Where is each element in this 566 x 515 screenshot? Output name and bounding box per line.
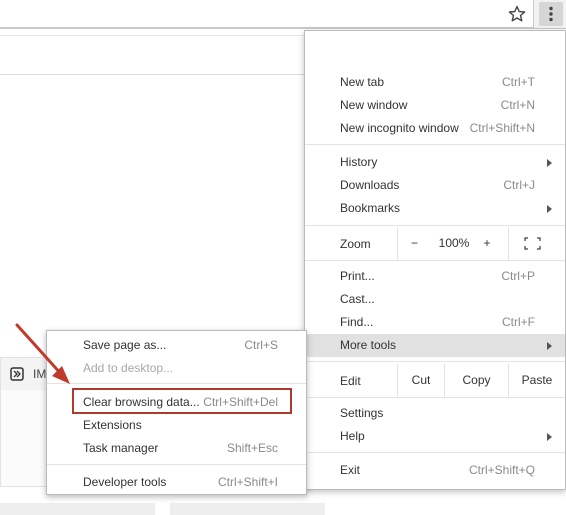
edit-row: Edit Cut Copy Paste bbox=[305, 364, 565, 397]
menu-item-exit[interactable]: Exit Ctrl+Shift+Q bbox=[305, 459, 565, 482]
menu-item-shortcut: Ctrl+T bbox=[502, 75, 535, 89]
menu-item-new-tab[interactable]: New tab Ctrl+T bbox=[305, 71, 565, 94]
menu-item-shortcut: Ctrl+Shift+N bbox=[469, 121, 535, 135]
zoom-level: 100% bbox=[438, 236, 470, 250]
submenu-item-label: Add to desktop... bbox=[83, 361, 174, 375]
chrome-menu-button[interactable] bbox=[539, 2, 563, 26]
menu-item-label: Bookmarks bbox=[340, 201, 401, 215]
menu-item-shortcut: Ctrl+Shift+Q bbox=[468, 463, 535, 477]
chevron-right-icon bbox=[547, 342, 552, 350]
menu-item-settings[interactable]: Settings bbox=[305, 402, 565, 425]
menu-divider bbox=[47, 464, 306, 465]
menu-item-label: More tools bbox=[340, 338, 397, 352]
menu-divider bbox=[305, 144, 565, 145]
zoom-out-button[interactable]: − bbox=[397, 227, 431, 260]
site-logo-icon bbox=[10, 367, 24, 381]
menu-item-label: Print... bbox=[340, 269, 375, 283]
menu-item-help[interactable]: Help bbox=[305, 425, 565, 448]
submenu-item-add-to-desktop: Add to desktop... bbox=[47, 357, 306, 380]
menu-divider bbox=[305, 361, 565, 362]
copy-button[interactable]: Copy bbox=[444, 364, 508, 397]
menu-item-label: Help bbox=[340, 429, 365, 443]
annotation-highlight-box bbox=[72, 388, 292, 414]
menu-item-shortcut: Ctrl+P bbox=[501, 269, 535, 283]
submenu-item-label: Extensions bbox=[83, 418, 142, 432]
zoom-in-button[interactable]: + bbox=[477, 227, 497, 260]
menu-item-label: Find... bbox=[340, 315, 374, 329]
menu-item-bookmarks[interactable]: Bookmarks bbox=[305, 197, 565, 220]
zoom-row: Zoom − 100% + bbox=[305, 227, 565, 260]
chevron-right-icon bbox=[547, 433, 552, 441]
cut-button[interactable]: Cut bbox=[397, 364, 444, 397]
menu-item-label: New tab bbox=[340, 75, 385, 89]
menu-item-label: History bbox=[340, 155, 378, 169]
menu-item-new-incognito-window[interactable]: New incognito window Ctrl+Shift+N bbox=[305, 117, 565, 140]
menu-item-label: New window bbox=[340, 98, 408, 112]
browser-toolbar bbox=[0, 0, 566, 29]
menu-item-find[interactable]: Find... Ctrl+F bbox=[305, 311, 565, 334]
menu-item-cast[interactable]: Cast... bbox=[305, 288, 565, 311]
menu-item-more-tools[interactable]: More tools bbox=[305, 334, 565, 357]
menu-divider bbox=[47, 383, 306, 384]
omnibox[interactable] bbox=[0, 0, 534, 28]
menu-divider bbox=[305, 452, 565, 453]
submenu-item-shortcut: Ctrl+Shift+I bbox=[217, 475, 278, 489]
zoom-label: Zoom bbox=[340, 237, 371, 251]
menu-divider bbox=[305, 225, 565, 226]
menu-item-shortcut: Ctrl+N bbox=[500, 98, 535, 112]
menu-item-label: Settings bbox=[340, 406, 384, 420]
menu-divider bbox=[305, 260, 565, 261]
paste-button[interactable]: Paste bbox=[508, 364, 565, 397]
menu-item-label: Exit bbox=[340, 463, 361, 477]
menu-item-new-window[interactable]: New window Ctrl+N bbox=[305, 94, 565, 117]
footer-block bbox=[170, 503, 325, 515]
submenu-item-task-manager[interactable]: Task manager Shift+Esc bbox=[47, 437, 306, 460]
submenu-item-shortcut: Ctrl+S bbox=[244, 338, 278, 352]
edit-label: Edit bbox=[340, 374, 361, 388]
menu-item-shortcut: Ctrl+F bbox=[502, 315, 535, 329]
submenu-item-label: Save page as... bbox=[83, 338, 167, 352]
menu-item-history[interactable]: History bbox=[305, 151, 565, 174]
submenu-item-label: Developer tools bbox=[83, 475, 167, 489]
menu-item-label: Downloads bbox=[340, 178, 400, 192]
menu-item-shortcut: Ctrl+J bbox=[503, 178, 535, 192]
menu-item-label: Cast... bbox=[340, 292, 375, 306]
page-header-bar bbox=[0, 35, 304, 75]
three-dot-menu-icon bbox=[549, 6, 553, 22]
menu-divider bbox=[305, 397, 565, 398]
submenu-item-extensions[interactable]: Extensions bbox=[47, 414, 306, 437]
menu-item-label: New incognito window bbox=[340, 121, 459, 135]
submenu-item-label: Task manager bbox=[83, 441, 159, 455]
menu-item-print[interactable]: Print... Ctrl+P bbox=[305, 265, 565, 288]
footer-block bbox=[0, 503, 155, 515]
submenu-item-developer-tools[interactable]: Developer tools Ctrl+Shift+I bbox=[47, 471, 306, 494]
star-icon[interactable] bbox=[507, 4, 527, 24]
chevron-right-icon bbox=[547, 159, 552, 167]
card-title: IM bbox=[33, 367, 47, 381]
submenu-item-save-page-as[interactable]: Save page as... Ctrl+S bbox=[47, 334, 306, 357]
menu-item-downloads[interactable]: Downloads Ctrl+J bbox=[305, 174, 565, 197]
chevron-right-icon bbox=[547, 205, 552, 213]
fullscreen-icon bbox=[524, 237, 541, 250]
chrome-main-menu: New tab Ctrl+T New window Ctrl+N New inc… bbox=[304, 30, 566, 490]
submenu-item-shortcut: Shift+Esc bbox=[226, 441, 278, 455]
